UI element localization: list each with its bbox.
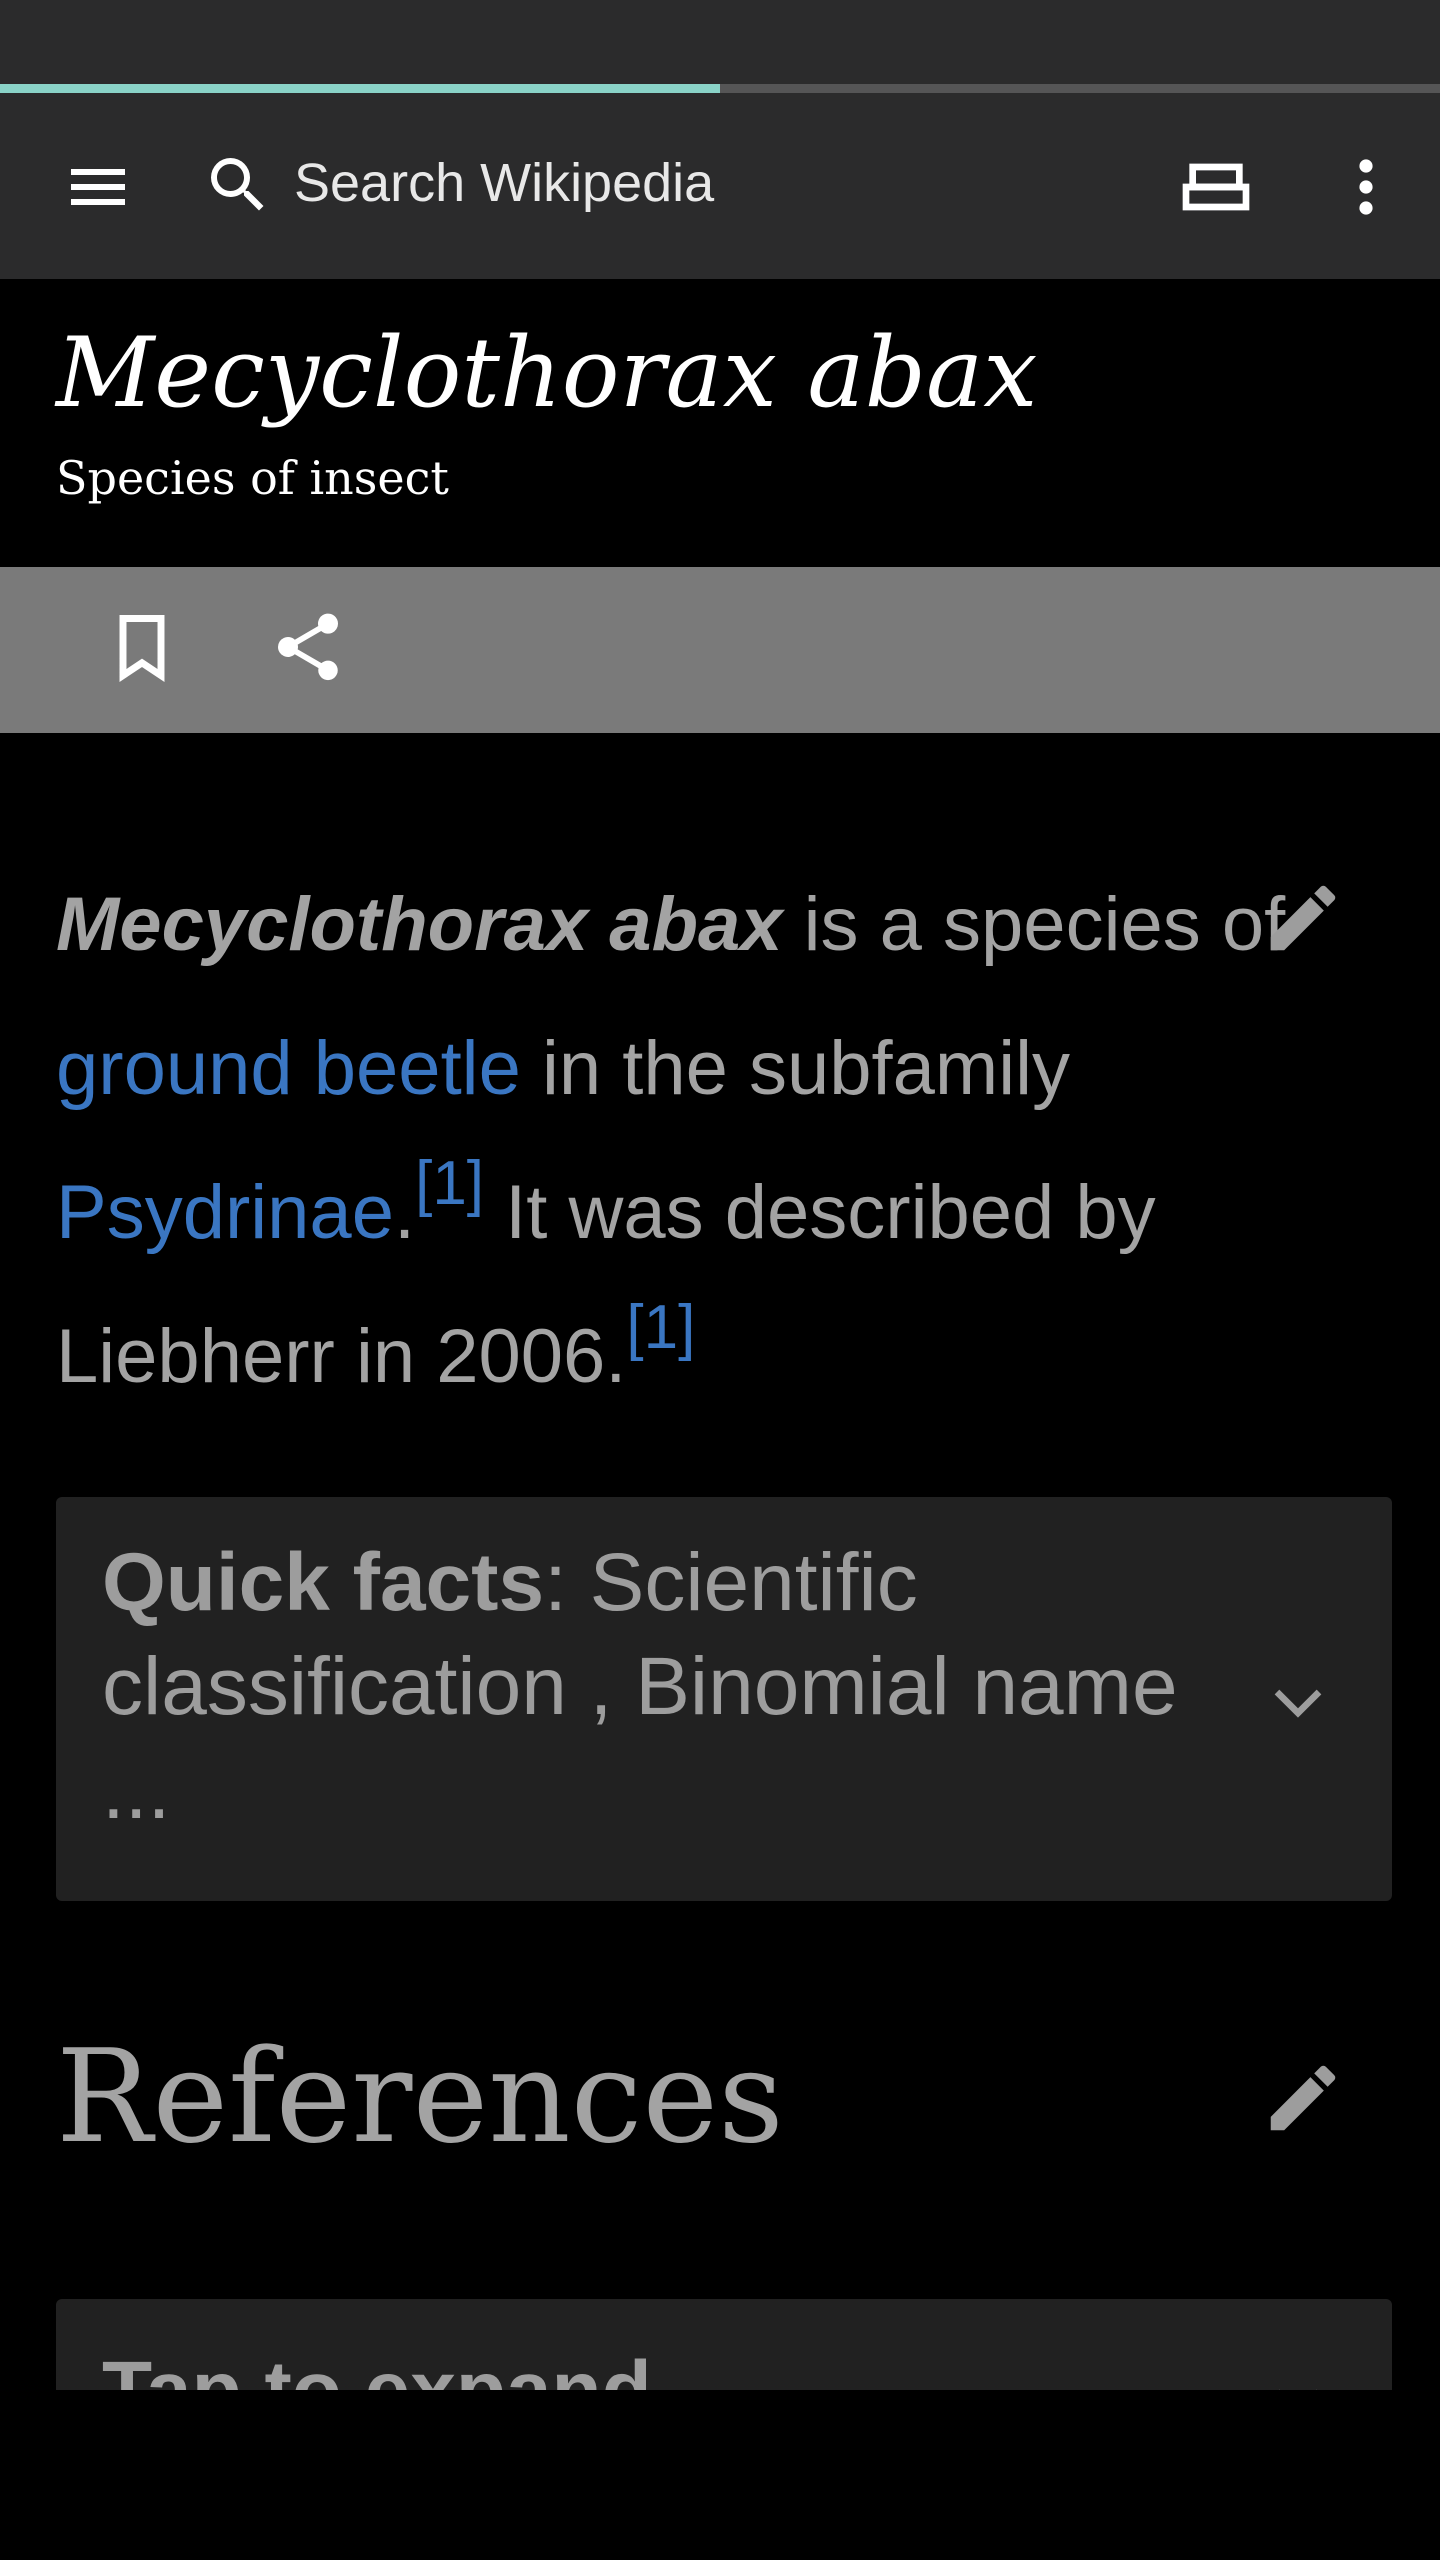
intro-subject: Mecyclothorax abax [56, 882, 783, 967]
page-load-progress [0, 84, 1440, 93]
search-input[interactable]: Search Wikipedia [294, 150, 714, 216]
edit-icon[interactable] [1260, 2055, 1346, 2141]
tabs-icon[interactable] [1176, 147, 1256, 227]
references-expand-label: Tap to expand [102, 2341, 652, 2390]
link-psydrinae[interactable]: Psydrinae [56, 1170, 394, 1255]
search-icon[interactable] [202, 149, 274, 221]
chevron-down-icon[interactable] [1262, 1665, 1334, 1737]
bookmark-icon[interactable] [104, 609, 180, 685]
page-load-progress-fill [0, 84, 720, 93]
quick-facts-label: Quick facts [102, 1537, 545, 1628]
article-content: Mecyclothorax abax is a species of groun… [0, 733, 1440, 2390]
status-bar [0, 0, 1440, 84]
menu-icon[interactable] [62, 151, 134, 223]
intro-text: in the subfamily [520, 1026, 1070, 1111]
edit-icon[interactable] [1260, 875, 1346, 961]
article-action-bar [0, 567, 1440, 733]
quick-facts-summary: Quick facts: Scientific classification ,… [102, 1531, 1202, 1843]
intro-text: is a species of [782, 882, 1286, 967]
bottom-blank-area [0, 2390, 1440, 2560]
top-toolbar [0, 93, 1440, 279]
chevron-down-icon[interactable] [1262, 2365, 1334, 2390]
article-description: Species of insect [56, 451, 449, 505]
article-title: Mecyclothorax abax [56, 317, 1038, 429]
intro-text: . [393, 1170, 416, 1255]
share-icon[interactable] [268, 607, 348, 687]
more-vertical-icon[interactable] [1330, 151, 1402, 223]
reference-link-1[interactable]: [1] [415, 1149, 484, 1218]
reference-link-2[interactable]: [1] [626, 1293, 695, 1362]
link-ground-beetle[interactable]: ground beetle [56, 1026, 521, 1111]
references-heading: References [56, 2023, 784, 2172]
intro-paragraph: Mecyclothorax abax is a species of groun… [56, 853, 1356, 1429]
